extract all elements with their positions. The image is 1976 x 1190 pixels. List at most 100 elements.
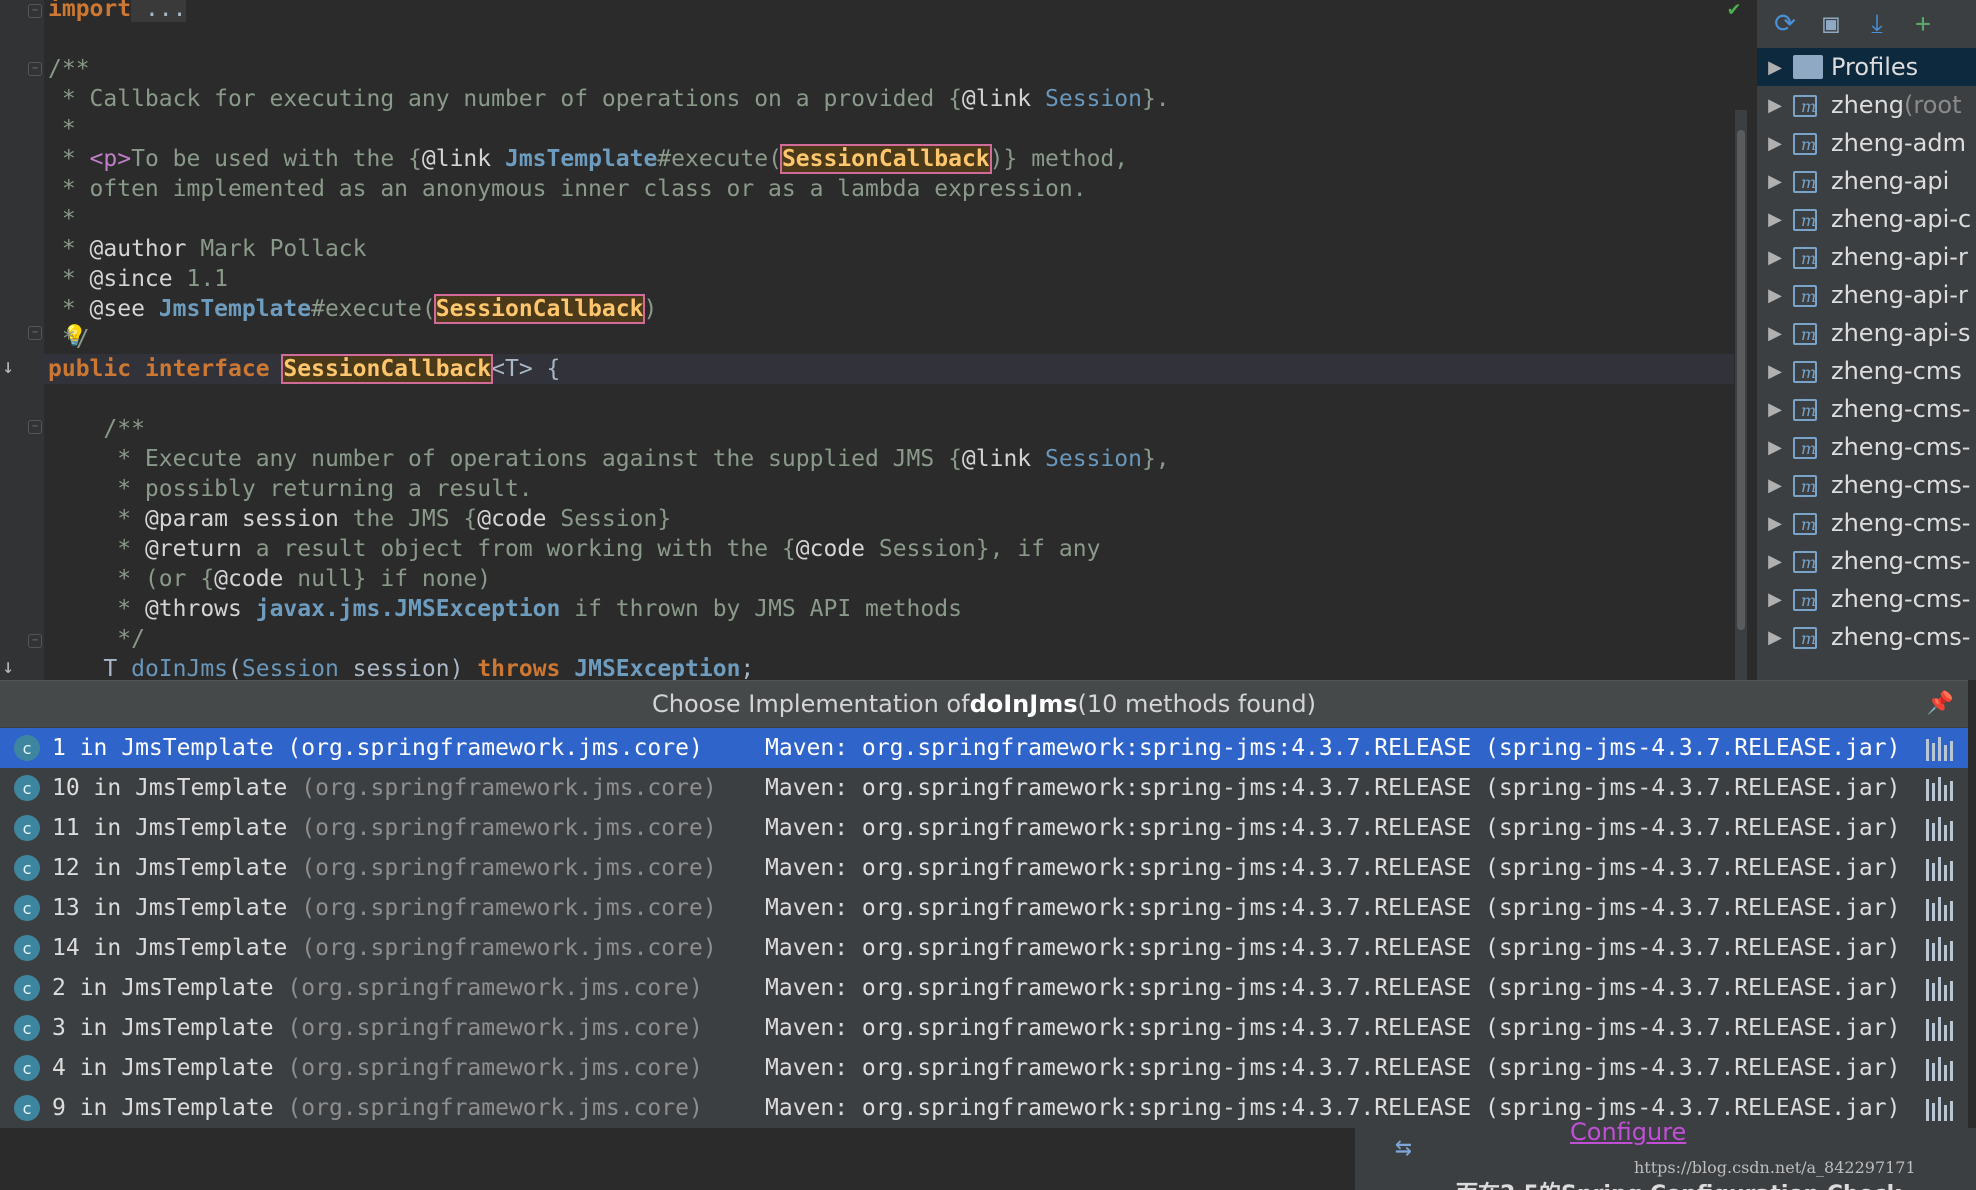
implementation-item[interactable]: c 13 in JmsTemplate (org.springframework.… (0, 888, 1968, 928)
code-line: * @throws javax.jms.JMSException if thro… (48, 596, 962, 622)
background-text: 而在2.5的Spring Configuration Check (1456, 1176, 1901, 1190)
class-icon: c (14, 1095, 40, 1121)
implementation-item[interactable]: c 11 in JmsTemplate (org.springframework.… (0, 808, 1968, 848)
implementation-item[interactable]: c 10 in JmsTemplate (org.springframework.… (0, 768, 1968, 808)
implementation-location: Maven: org.springframework:spring-jms:4.… (765, 855, 1901, 881)
implementation-item[interactable]: c 1 in JmsTemplate (org.springframework.j… (0, 728, 1968, 768)
implementation-package: (org.springframework.jms.core) (273, 735, 703, 761)
maven-module-item[interactable]: ▶ m zheng-cms- (1757, 504, 1976, 542)
maven-module-icon: m (1793, 91, 1821, 119)
maven-module-item[interactable]: ▶ m zheng-cms- (1757, 542, 1976, 580)
implementation-name: 10 in JmsTemplate (52, 775, 288, 801)
code-editor[interactable]: − − − − − ↓ ↓ import ... /** * Callback … (0, 0, 1735, 680)
configure-link[interactable]: Configure (1570, 1118, 1686, 1146)
popup-title-method: doInJms (969, 690, 1078, 718)
reimport-icon[interactable]: ▣ (1815, 8, 1847, 40)
implementation-package: (org.springframework.jms.core) (273, 1015, 703, 1041)
code-line: * Callback for executing any number of o… (48, 86, 1170, 112)
expand-arrow-icon[interactable]: ▶ (1757, 475, 1793, 496)
maven-module-item[interactable]: ▶ m zheng-cms- (1757, 428, 1976, 466)
maven-module-name: zheng-api-r (1831, 243, 1968, 271)
maven-module-name: zheng-cms (1831, 357, 1962, 385)
code-line: * @since 1.1 (48, 266, 229, 292)
maven-module-icon: m (1793, 205, 1821, 233)
implementation-package: (org.springframework.jms.core) (287, 935, 717, 961)
implementation-location: Maven: org.springframework:spring-jms:4.… (765, 1015, 1901, 1041)
maven-module-item[interactable]: ▶ m zheng-adm (1757, 124, 1976, 162)
class-icon: c (14, 1015, 40, 1041)
implemented-by-gutter-icon[interactable]: ↓ (2, 654, 14, 678)
class-icon: c (14, 815, 40, 841)
maven-module-icon: m (1793, 281, 1821, 309)
expand-arrow-icon[interactable]: ▶ (1757, 513, 1793, 534)
pin-icon[interactable]: 📌 (1927, 691, 1954, 716)
download-icon[interactable]: ⤓ (1861, 8, 1893, 40)
code-line: import ... (48, 0, 187, 24)
maven-module-list: ▶ m zheng (root ▶ m zheng-adm ▶ m zheng-api ▶ m zhen… (1757, 86, 1976, 656)
maven-module-item[interactable]: ▶ m zheng-cms- (1757, 580, 1976, 618)
maven-module-name: zheng-cms- (1831, 433, 1971, 461)
editor-gutter[interactable] (0, 0, 44, 680)
maven-module-icon: m (1793, 243, 1821, 271)
inspection-ok-icon[interactable]: ✔ (1728, 0, 1750, 18)
expand-arrow-icon[interactable]: ▶ (1757, 285, 1793, 306)
implemented-by-gutter-icon[interactable]: ↓ (2, 354, 14, 378)
code-line: /** (48, 56, 90, 82)
maven-module-item[interactable]: ▶ m zheng (root (1757, 86, 1976, 124)
implementation-item[interactable]: c 14 in JmsTemplate (org.springframework.… (0, 928, 1968, 968)
implementation-item[interactable]: c 12 in JmsTemplate (org.springframework.… (0, 848, 1968, 888)
maven-module-icon: m (1793, 471, 1821, 499)
library-jar-icon (1924, 1055, 1954, 1081)
code-line: */ (48, 626, 145, 652)
maven-module-item[interactable]: ▶ m zheng-api-c (1757, 200, 1976, 238)
settings-toggle-icon[interactable]: ⇆ (1395, 1130, 1412, 1163)
maven-module-item[interactable]: ▶ m zheng-api-r (1757, 238, 1976, 276)
maven-module-item[interactable]: ▶ m zheng-cms- (1757, 390, 1976, 428)
class-icon: c (14, 855, 40, 881)
expand-arrow-icon[interactable]: ▶ (1757, 399, 1793, 420)
expand-arrow-icon[interactable]: ▶ (1757, 323, 1793, 344)
editor-scrollbar[interactable] (1735, 110, 1747, 680)
expand-arrow-icon[interactable]: ▶ (1757, 247, 1793, 268)
expand-arrow-icon[interactable]: ▶ (1757, 589, 1793, 610)
maven-module-item[interactable]: ▶ m zheng-api (1757, 162, 1976, 200)
fold-marker[interactable]: − (28, 4, 42, 18)
expand-arrow-icon[interactable]: ▶ (1757, 627, 1793, 648)
expand-arrow-icon[interactable]: ▶ (1757, 551, 1793, 572)
expand-arrow-icon[interactable]: ▶ (1757, 437, 1793, 458)
maven-module-icon: m (1793, 509, 1821, 537)
maven-module-icon: m (1793, 319, 1821, 347)
maven-module-item[interactable]: ▶ m zheng-api-r (1757, 276, 1976, 314)
maven-module-item[interactable]: ▶ m zheng-api-s (1757, 314, 1976, 352)
expand-arrow-icon[interactable]: ▶ (1757, 95, 1793, 116)
implementation-item[interactable]: c 4 in JmsTemplate (org.springframework.j… (0, 1048, 1968, 1088)
fold-marker[interactable]: − (28, 326, 42, 340)
maven-profiles-node[interactable]: ▶ Profiles (1757, 48, 1976, 86)
fold-marker[interactable]: − (28, 634, 42, 648)
maven-module-name: zheng-cms- (1831, 509, 1971, 537)
add-icon[interactable]: + (1907, 8, 1939, 40)
maven-module-item[interactable]: ▶ m zheng-cms (1757, 352, 1976, 390)
choose-implementation-popup: Choose Implementation of doInJms (10 met… (0, 680, 1968, 1128)
maven-module-name: zheng-cms- (1831, 623, 1971, 651)
implementation-item[interactable]: c 2 in JmsTemplate (org.springframework.j… (0, 968, 1968, 1008)
class-icon: c (14, 775, 40, 801)
class-icon: c (14, 735, 40, 761)
maven-module-icon: m (1793, 547, 1821, 575)
implementation-location: Maven: org.springframework:spring-jms:4.… (765, 775, 1901, 801)
code-line: /** (48, 416, 145, 442)
library-jar-icon (1924, 895, 1954, 921)
refresh-icon[interactable]: ⟳ (1769, 8, 1801, 40)
expand-arrow-icon[interactable]: ▶ (1757, 57, 1793, 78)
expand-arrow-icon[interactable]: ▶ (1757, 209, 1793, 230)
maven-module-item[interactable]: ▶ m zheng-cms- (1757, 618, 1976, 656)
expand-arrow-icon[interactable]: ▶ (1757, 133, 1793, 154)
fold-marker[interactable]: − (28, 62, 42, 76)
expand-arrow-icon[interactable]: ▶ (1757, 171, 1793, 192)
implementation-item[interactable]: c 3 in JmsTemplate (org.springframework.j… (0, 1008, 1968, 1048)
fold-marker[interactable]: − (28, 420, 42, 434)
maven-toolbar: ⟳ ▣ ⤓ + (1757, 0, 1976, 48)
maven-module-item[interactable]: ▶ m zheng-cms- (1757, 466, 1976, 504)
expand-arrow-icon[interactable]: ▶ (1757, 361, 1793, 382)
scrollbar-thumb[interactable] (1737, 130, 1745, 630)
